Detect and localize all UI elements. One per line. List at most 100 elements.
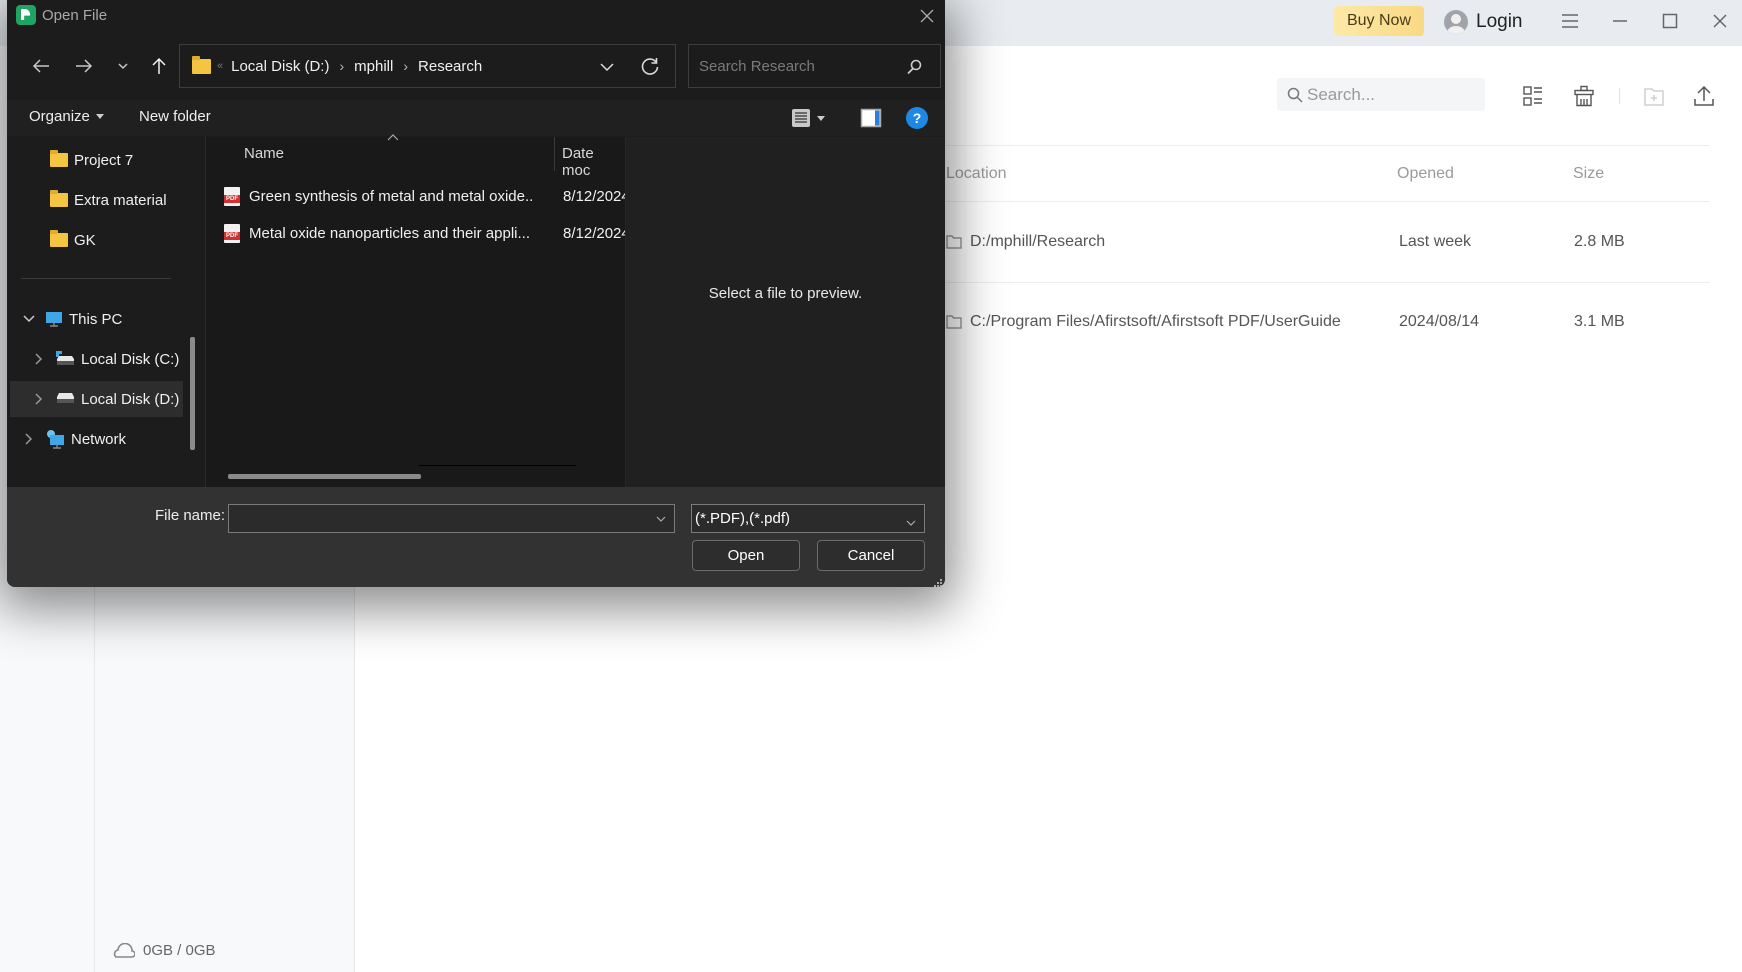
file-name-label: File name:	[155, 507, 226, 524]
clean-button[interactable]	[1570, 82, 1598, 110]
file-name-dropdown[interactable]	[654, 512, 668, 526]
file-date: 8/12/2024	[563, 187, 626, 205]
organize-menu[interactable]: Organize	[29, 108, 104, 125]
buy-now-button[interactable]: Buy Now	[1334, 6, 1424, 36]
nav-item-local-disk-d[interactable]: Local Disk (D:)	[10, 381, 183, 417]
new-folder-label: New folder	[139, 108, 211, 125]
row-opened: Last week	[1399, 233, 1472, 250]
folder-icon	[946, 235, 962, 249]
app-search-box[interactable]	[1277, 78, 1485, 111]
file-row[interactable]: Metal oxide nanoparticles and their appl…	[224, 218, 626, 248]
file-name-input[interactable]	[229, 505, 649, 532]
nav-item-this-pc[interactable]: This PC	[21, 301, 122, 337]
file-type-dropdown	[904, 512, 918, 526]
user-avatar-icon	[1444, 10, 1468, 34]
column-resize-handle[interactable]	[554, 137, 555, 171]
back-button[interactable]	[25, 51, 57, 81]
nav-item-extra-material[interactable]: Extra material	[50, 182, 167, 218]
file-name: Green synthesis of metal and metal oxide…	[249, 187, 532, 205]
resize-grip[interactable]	[933, 575, 943, 587]
column-header-name[interactable]: Name	[244, 145, 284, 162]
new-folder-button[interactable]: New folder	[139, 108, 211, 125]
breadcrumb-separator[interactable]: ›	[339, 58, 344, 74]
search-button[interactable]	[904, 57, 924, 77]
change-view-button[interactable]	[791, 107, 831, 129]
nav-item-label: Local Disk (C:)	[81, 350, 180, 368]
minimize-button[interactable]	[1605, 8, 1635, 34]
folder-icon	[946, 315, 962, 329]
resize-grip-icon	[934, 579, 942, 587]
nav-divider	[21, 278, 171, 279]
file-name-combobox[interactable]	[228, 504, 675, 533]
address-history-dropdown[interactable]	[596, 56, 618, 78]
nav-item-network[interactable]: Network	[21, 421, 126, 457]
upload-button[interactable]	[1690, 82, 1718, 110]
file-row[interactable]: Green synthesis of metal and metal oxide…	[224, 181, 626, 211]
maximize-button[interactable]	[1655, 8, 1685, 34]
caret-down-icon	[95, 114, 104, 119]
column-header-size[interactable]: Size	[1573, 165, 1604, 183]
nav-item-gk[interactable]: GK	[50, 222, 96, 258]
dialog-title-bar[interactable]: Open File	[7, 0, 945, 32]
navigation-pane: Project 7 Extra material GK This PC Loca…	[7, 137, 205, 487]
system-drive-icon	[56, 351, 74, 365]
minimize-icon	[1613, 20, 1627, 22]
layout-toggle-button[interactable]	[1519, 82, 1547, 110]
file-list-horizontal-scrollbar[interactable]	[228, 474, 421, 479]
dialog-close-button[interactable]	[915, 4, 939, 28]
forward-button[interactable]	[68, 51, 100, 81]
help-button[interactable]: ?	[906, 107, 928, 129]
toolbar-divider	[1619, 88, 1620, 104]
table-row[interactable]: C:/Program Files/Afirstsoft/Afirstsoft P…	[946, 302, 1710, 342]
expand-toggle[interactable]	[31, 391, 47, 407]
breadcrumb-mphill[interactable]: mphill	[354, 58, 393, 75]
column-header-opened[interactable]: Opened	[1397, 165, 1454, 183]
breadcrumb-local-disk-d[interactable]: Local Disk (D:)	[231, 58, 329, 75]
chevron-down-icon	[600, 63, 614, 72]
dialog-search-input[interactable]	[699, 57, 899, 75]
search-icon	[907, 59, 922, 75]
cancel-button[interactable]: Cancel	[817, 540, 925, 571]
new-folder-button[interactable]	[1640, 82, 1668, 110]
maximize-icon	[1662, 13, 1678, 29]
up-button[interactable]	[143, 51, 175, 81]
column-header-date-modified[interactable]: Date moc	[562, 145, 625, 179]
address-bar[interactable]: « Local Disk (D:) › mphill › Research	[179, 44, 676, 88]
nav-item-label: Local Disk (D:)	[81, 390, 180, 408]
overflow-crumbs-button[interactable]: «	[217, 60, 223, 72]
app-search-input[interactable]	[1307, 84, 1477, 105]
dialog-toolbar: Organize New folder ?	[7, 100, 945, 136]
chevron-down-icon	[906, 520, 916, 526]
chevron-down-icon	[118, 63, 128, 70]
file-type-select[interactable]: (*.PDF),(*.pdf)	[691, 504, 925, 533]
folder-icon	[50, 150, 68, 167]
breadcrumb-separator[interactable]: ›	[403, 58, 408, 74]
column-header-location[interactable]: Location	[946, 165, 1007, 183]
preview-pane-icon	[860, 108, 882, 128]
expand-toggle[interactable]	[21, 431, 37, 447]
open-file-dialog: Open File « Local Disk (D:) › mphill › R…	[7, 0, 945, 587]
preview-pane-toggle[interactable]	[860, 107, 882, 129]
organize-label: Organize	[29, 108, 90, 125]
nav-item-label: Extra material	[74, 191, 167, 209]
file-type-value: (*.PDF),(*.pdf)	[695, 510, 791, 527]
table-row[interactable]: D:/mphill/Research Last week 2.8 MB	[946, 222, 1710, 262]
expand-toggle[interactable]	[21, 311, 37, 327]
row-size: 2.8 MB	[1574, 233, 1625, 250]
folder-icon	[50, 190, 68, 207]
upload-icon	[1694, 85, 1714, 106]
open-button[interactable]: Open	[692, 540, 800, 571]
refresh-button[interactable]	[638, 55, 662, 79]
expand-toggle[interactable]	[31, 351, 47, 367]
nav-item-project-7[interactable]: Project 7	[50, 142, 133, 178]
nav-pane-scrollbar[interactable]	[190, 337, 195, 450]
file-name: Metal oxide nanoparticles and their appl…	[249, 224, 531, 242]
dialog-search-box[interactable]	[688, 44, 941, 88]
menu-button[interactable]	[1555, 8, 1585, 34]
pdf-file-icon	[224, 223, 240, 243]
recent-locations-button[interactable]	[107, 51, 139, 81]
breadcrumb-research[interactable]: Research	[418, 58, 482, 75]
nav-item-local-disk-c[interactable]: Local Disk (C:)	[31, 341, 179, 377]
login-button[interactable]: Login	[1444, 6, 1523, 38]
close-app-button[interactable]	[1705, 8, 1735, 34]
